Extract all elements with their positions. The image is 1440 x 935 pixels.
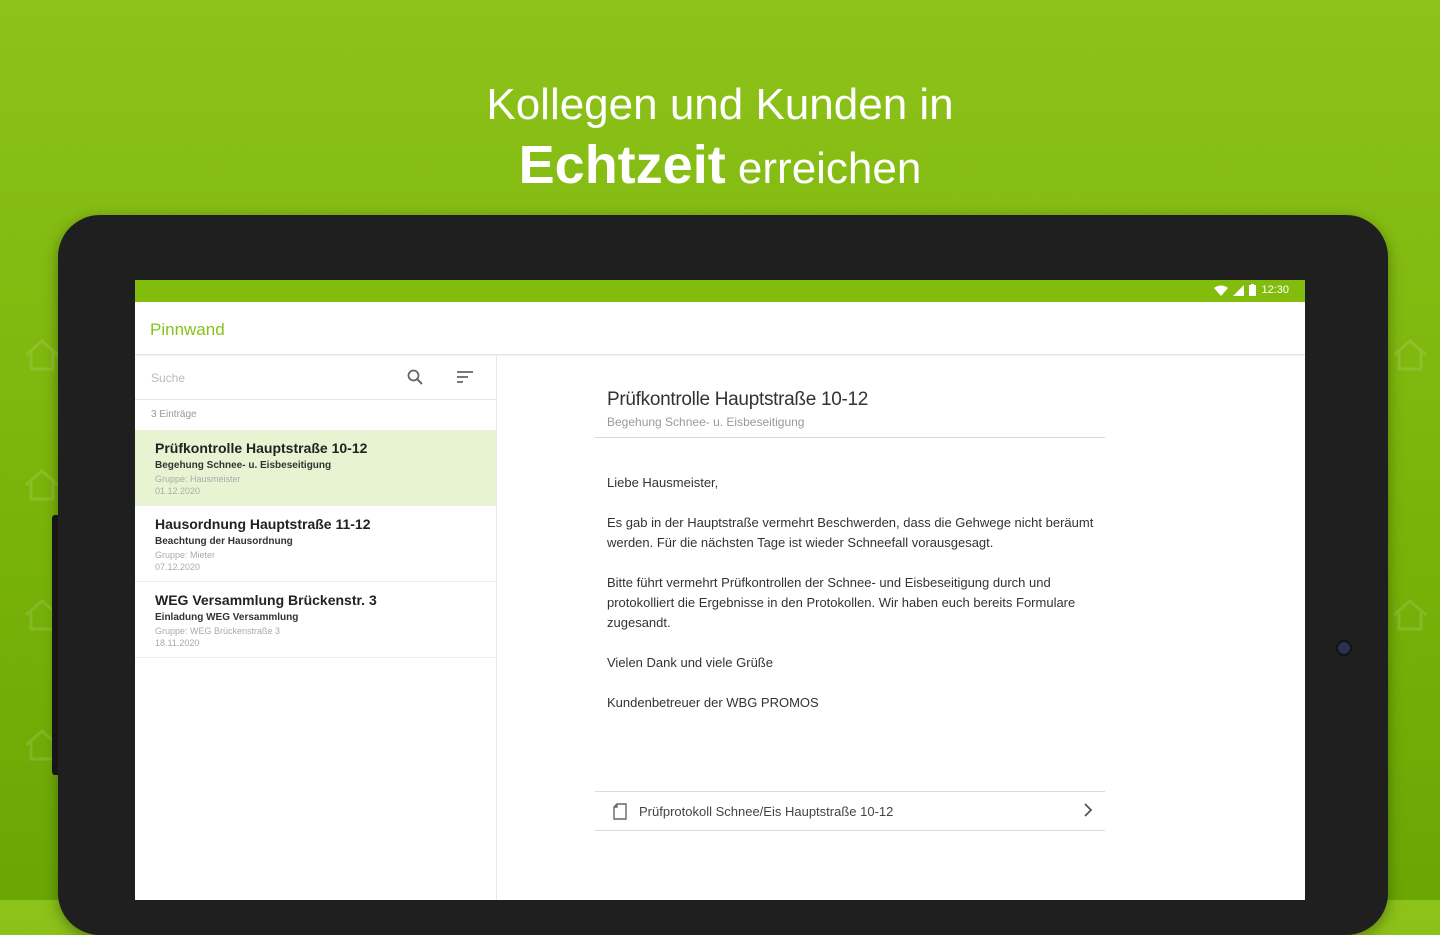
list-item[interactable]: Prüfkontrolle Hauptstraße 10-12 Begehung… [135, 430, 496, 506]
list-item-group: Gruppe: Mieter [155, 550, 216, 560]
message-detail-pane: Prüfkontrolle Hauptstraße 10-12 Begehung… [595, 355, 1105, 900]
list-item[interactable]: Hausordnung Hauptstraße 11-12 Beachtung … [135, 506, 496, 582]
signal-icon [1233, 284, 1245, 296]
tablet-screen: 12:30 Pinnwand Suche 3 Einträge Prüfkont… [135, 280, 1305, 900]
tablet-camera [1336, 640, 1352, 656]
list-item-subtitle: Begehung Schnee- u. Eisbeseitigung [155, 460, 332, 471]
list-item-title: Prüfkontrolle Hauptstraße 10-12 [155, 440, 368, 456]
status-time: 12:30 [1261, 284, 1289, 296]
search-icon[interactable] [407, 369, 423, 385]
list-item-title: Hausordnung Hauptstraße 11-12 [155, 516, 371, 532]
list-item-subtitle: Beachtung der Hausordnung [155, 536, 293, 547]
detail-body: Liebe Hausmeister, Es gab in der Hauptst… [607, 473, 1097, 733]
headline-line-2-rest: erreichen [725, 144, 922, 193]
headline-emphasis: Echtzeit [518, 135, 726, 195]
body-paragraph: Es gab in der Hauptstraße vermehrt Besch… [607, 515, 1094, 550]
headline-line-2: Echtzeit erreichen [0, 132, 1440, 202]
wifi-icon [1214, 285, 1229, 296]
promo-headline: Kollegen und Kunden in Echtzeit erreiche… [0, 78, 1440, 202]
headline-line-1: Kollegen und Kunden in [486, 80, 954, 129]
tablet-side-button [52, 515, 58, 775]
search-bar[interactable]: Suche [135, 355, 496, 400]
detail-subtitle: Begehung Schnee- u. Eisbeseitigung [607, 415, 805, 429]
house-watermark-icon [25, 469, 59, 501]
list-item-date: 18.11.2020 [155, 638, 200, 648]
status-bar: 12:30 [135, 280, 1305, 302]
house-watermark-icon [1393, 599, 1427, 631]
chevron-right-icon[interactable] [1083, 803, 1093, 817]
search-input[interactable]: Suche [151, 371, 185, 385]
list-item-date: 07.12.2020 [155, 562, 201, 572]
list-item-date: 01.12.2020 [155, 486, 201, 496]
battery-icon [1249, 284, 1257, 296]
message-list-pane: Suche 3 Einträge Prüfkontrolle Hauptstra… [135, 355, 497, 900]
list-item[interactable]: WEG Versammlung Brückenstr. 3 Einladung … [135, 582, 496, 658]
main-content: Suche 3 Einträge Prüfkontrolle Hauptstra… [135, 355, 1305, 900]
body-paragraph: Liebe Hausmeister, [607, 475, 719, 490]
house-watermark-icon [1393, 339, 1427, 371]
attachment-name: Prüfprotokoll Schnee/Eis Hauptstraße 10-… [639, 804, 894, 819]
body-paragraph: Kundenbetreuer der WBG PROMOS [607, 695, 819, 710]
app-bar: Pinnwand [135, 302, 1305, 355]
body-paragraph: Vielen Dank und viele Grüße [607, 655, 773, 670]
list-item-group: Gruppe: Hausmeister [155, 474, 241, 484]
app-title: Pinnwand [150, 320, 225, 339]
document-icon [613, 803, 627, 820]
list-item-title: WEG Versammlung Brückenstr. 3 [155, 592, 377, 608]
detail-title: Prüfkontrolle Hauptstraße 10-12 [607, 389, 869, 410]
list-item-group: Gruppe: WEG Brückenstraße 3 [155, 626, 281, 636]
house-watermark-icon [25, 339, 59, 371]
list-item-subtitle: Einladung WEG Versammlung [155, 612, 299, 623]
attachment-row[interactable]: Prüfprotokoll Schnee/Eis Hauptstraße 10-… [595, 791, 1105, 831]
sort-icon[interactable] [457, 371, 473, 383]
body-paragraph: Bitte führt vermehrt Prüfkontrollen der … [607, 575, 1076, 630]
entry-count: 3 Einträge [151, 409, 197, 420]
divider [595, 437, 1105, 438]
